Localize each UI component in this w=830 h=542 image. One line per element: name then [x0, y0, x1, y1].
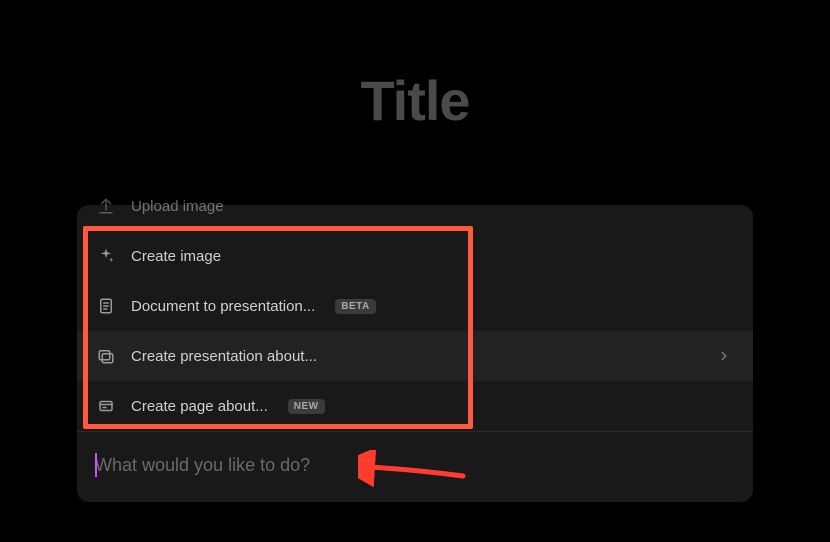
new-badge: NEW — [288, 399, 325, 414]
menu-item-upload-image[interactable]: Upload image — [77, 181, 753, 231]
command-input-row — [77, 432, 753, 498]
presentation-icon — [97, 347, 115, 365]
menu-item-doc-to-presentation[interactable]: Document to presentation... BETA — [77, 281, 753, 331]
command-panel: Upload image Create image Document to pr… — [77, 205, 753, 502]
chevron-right-icon — [717, 349, 731, 363]
menu-item-label: Upload image — [131, 198, 224, 215]
menu-item-create-presentation[interactable]: Create presentation about... — [77, 331, 753, 381]
menu-item-label: Document to presentation... — [131, 298, 315, 315]
menu-item-label: Create image — [131, 248, 221, 265]
page-icon — [97, 397, 115, 415]
command-input[interactable] — [95, 455, 735, 476]
page-title[interactable]: Title — [0, 68, 830, 133]
menu-item-create-page[interactable]: Create page about... NEW — [77, 381, 753, 431]
beta-badge: BETA — [335, 299, 375, 314]
upload-icon — [97, 197, 115, 215]
menu-item-label: Create page about... — [131, 398, 268, 415]
menu-item-label: Create presentation about... — [131, 348, 317, 365]
sparkle-icon — [97, 247, 115, 265]
menu-item-create-image[interactable]: Create image — [77, 231, 753, 281]
document-icon — [97, 297, 115, 315]
text-cursor — [95, 453, 97, 477]
menu-list: Upload image Create image Document to pr… — [77, 205, 753, 431]
